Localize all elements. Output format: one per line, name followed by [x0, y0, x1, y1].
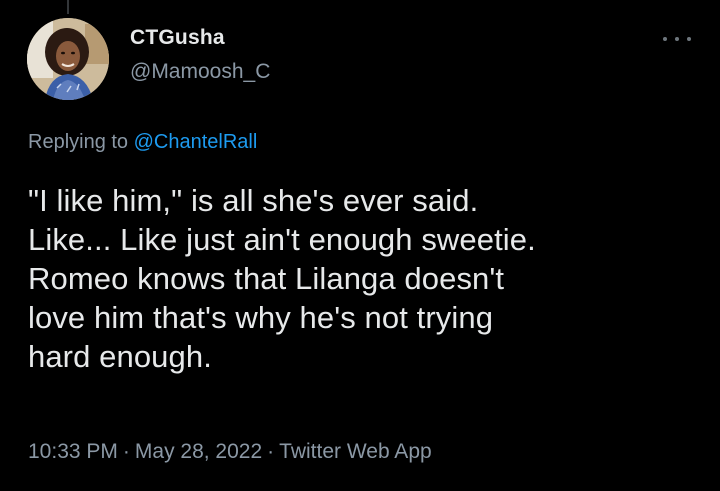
- tweet-time[interactable]: 10:33 PM: [28, 440, 118, 463]
- tweet-text-line: hard enough.: [28, 339, 212, 374]
- replying-prefix: Replying to: [28, 131, 129, 153]
- avatar[interactable]: [27, 18, 109, 100]
- replying-to-mention[interactable]: @ChantelRall: [134, 131, 258, 153]
- thread-connector-line: [67, 0, 69, 14]
- tweet-source[interactable]: Twitter Web App: [279, 440, 432, 463]
- more-horizontal-icon[interactable]: [663, 32, 691, 46]
- more-dot: [687, 37, 691, 41]
- tweet-text-line: Like... Like just ain't enough sweetie.: [28, 222, 536, 257]
- tweet-text-line: "I like him," is all she's ever said.: [28, 183, 479, 218]
- tweet-date[interactable]: May 28, 2022: [135, 440, 262, 463]
- meta-separator: ·: [267, 440, 275, 463]
- meta-separator: ·: [122, 440, 130, 463]
- tweet-text-line: love him that's why he's not trying: [28, 300, 494, 335]
- author-names: CTGusha @Mamoosh_C: [130, 26, 270, 84]
- tweet-text-line: Romeo knows that Lilanga doesn't: [28, 261, 505, 296]
- avatar-image: [27, 18, 109, 100]
- user-handle[interactable]: @Mamoosh_C: [130, 60, 270, 84]
- more-dot: [675, 37, 679, 41]
- display-name[interactable]: CTGusha: [130, 26, 270, 50]
- tweet-header: CTGusha @Mamoosh_C: [27, 18, 693, 102]
- more-dot: [663, 37, 667, 41]
- replying-to-line: Replying to @ChantelRall: [28, 131, 257, 154]
- tweet-meta: 10:33 PM · May 28, 2022 · Twitter Web App: [28, 440, 432, 464]
- tweet-text: "I like him," is all she's ever said. Li…: [28, 181, 708, 376]
